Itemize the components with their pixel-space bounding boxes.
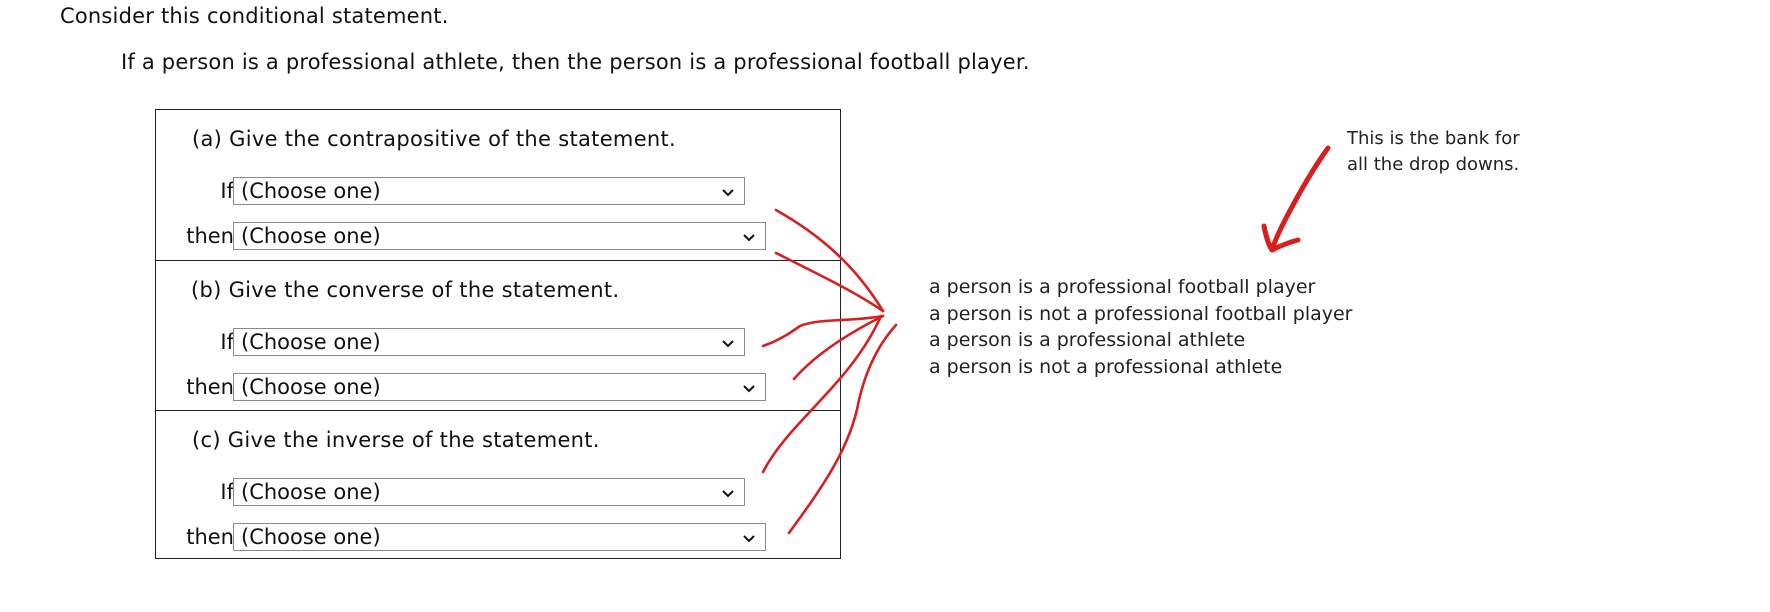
conditional-statement: If a person is a professional athlete, t… <box>121 50 1030 74</box>
bank-option: a person is a professional football play… <box>929 276 1316 298</box>
dropdown-value: (Choose one) <box>241 330 381 354</box>
dropdown-value: (Choose one) <box>241 525 381 549</box>
inverse-then-dropdown[interactable]: (Choose one) <box>233 523 766 551</box>
chevron-down-icon <box>722 189 734 197</box>
converse-then-dropdown[interactable]: (Choose one) <box>233 373 766 401</box>
section-contrapositive: (a) Give the contrapositive of the state… <box>156 110 840 260</box>
dropdown-value: (Choose one) <box>241 179 381 203</box>
chevron-down-icon <box>743 385 755 393</box>
contrapositive-then-dropdown[interactable]: (Choose one) <box>233 222 766 250</box>
chevron-down-icon <box>722 490 734 498</box>
question-box: (a) Give the contrapositive of the state… <box>155 109 841 559</box>
section-title: (a) Give the contrapositive of the state… <box>192 127 677 151</box>
hand-drawn-arrow-icon <box>1261 145 1331 253</box>
dropdown-value: (Choose one) <box>241 375 381 399</box>
contrapositive-if-dropdown[interactable]: (Choose one) <box>233 177 745 205</box>
chevron-down-icon <box>722 340 734 348</box>
section-converse: (b) Give the converse of the statement. … <box>156 260 840 411</box>
bank-option: a person is not a professional athlete <box>929 355 1283 378</box>
bank-option: a person is a professional athlete <box>929 329 1246 351</box>
if-label: If <box>220 480 234 504</box>
bank-note-line: This is the bank for <box>1347 128 1520 149</box>
then-label: then <box>186 375 234 399</box>
chevron-down-icon <box>743 535 755 543</box>
converse-if-dropdown[interactable]: (Choose one) <box>233 328 745 356</box>
inverse-if-dropdown[interactable]: (Choose one) <box>233 478 745 506</box>
dropdown-value: (Choose one) <box>241 224 381 248</box>
bank-note: This is the bank for all the drop downs. <box>1347 126 1520 178</box>
section-title: (b) Give the converse of the statement. <box>191 278 620 302</box>
bank-option: a person is not a professional football … <box>929 302 1353 325</box>
if-label: If <box>220 179 234 203</box>
section-inverse: (c) Give the inverse of the statement. I… <box>156 410 840 561</box>
if-label: If <box>220 330 234 354</box>
intro-text: Consider this conditional statement. <box>60 4 449 28</box>
bank-note-line: all the drop downs. <box>1347 154 1520 175</box>
chevron-down-icon <box>743 234 755 242</box>
then-label: then <box>186 224 234 248</box>
then-label: then <box>186 525 234 549</box>
dropdown-value: (Choose one) <box>241 480 381 504</box>
answer-bank: a person is a professional football play… <box>929 274 1352 380</box>
section-title: (c) Give the inverse of the statement. <box>192 428 600 452</box>
